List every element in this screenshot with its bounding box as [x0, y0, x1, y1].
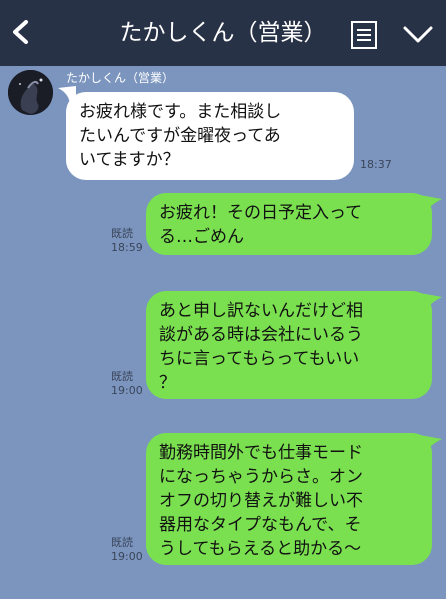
message-text: お疲れ様です。また相談し [79, 102, 282, 122]
message-text: あと申し訳ないんだけど相 [159, 301, 363, 321]
sender-name: たかしくん（営業） [66, 71, 175, 85]
message-meta: 既読 19:00 [111, 370, 143, 398]
message-text: 勤務時間外でも仕事モード [159, 443, 363, 463]
message-text: ？ [159, 373, 176, 393]
read-receipt: 既読 [111, 536, 133, 549]
message-text: たいんですが金曜夜ってあ [79, 126, 281, 146]
message-text: ちに言ってもらってもいい [159, 349, 360, 369]
message-text: オフの切り替えが難しい不 [159, 491, 363, 511]
chevron-down-icon[interactable] [403, 24, 433, 46]
message-bubble[interactable]: あと申し訳ないんだけど相 談がある時は会社にいるう ちに言ってもらってもいい ？ [146, 291, 432, 399]
message-time: 18:37 [360, 158, 392, 171]
message-meta: 既読 19:00 [111, 536, 143, 564]
avatar[interactable] [8, 70, 53, 115]
message-bubble[interactable]: お疲れ！その日予定入って る…ごめん [146, 193, 432, 255]
back-arrow-icon[interactable] [10, 20, 32, 44]
message-text: る…ごめん [159, 227, 244, 247]
chat-header: たかしくん（営業） [0, 0, 446, 66]
message-text: お疲れ！その日予定入って [159, 203, 363, 223]
message-time: 19:00 [111, 384, 143, 397]
message-time: 18:59 [111, 241, 143, 254]
message-meta: 既読 18:59 [111, 227, 143, 255]
avatar-image [8, 70, 53, 115]
read-receipt: 既読 [111, 370, 133, 383]
message-text: いてますか？ [79, 150, 180, 170]
message-text: 器用なタイプなもんで、そ [159, 515, 362, 535]
message-text: うしてもらえると助かる～ [159, 539, 362, 559]
message-time: 19:00 [111, 550, 143, 563]
message-bubble[interactable]: 勤務時間外でも仕事モード になっちゃうからさ。オン オフの切り替えが難しい不 器… [146, 433, 432, 565]
menu-icon[interactable] [350, 20, 378, 50]
message-meta: 18:37 [360, 158, 392, 172]
chat-title: たかしくん（営業） [119, 20, 327, 46]
message-bubble[interactable]: お疲れ様です。また相談し たいんですが金曜夜ってあ いてますか？ [66, 92, 354, 180]
message-text: になっちゃうからさ。オン [159, 467, 363, 487]
read-receipt: 既読 [111, 227, 133, 240]
message-text: 談がある時は会社にいるう [159, 325, 363, 345]
